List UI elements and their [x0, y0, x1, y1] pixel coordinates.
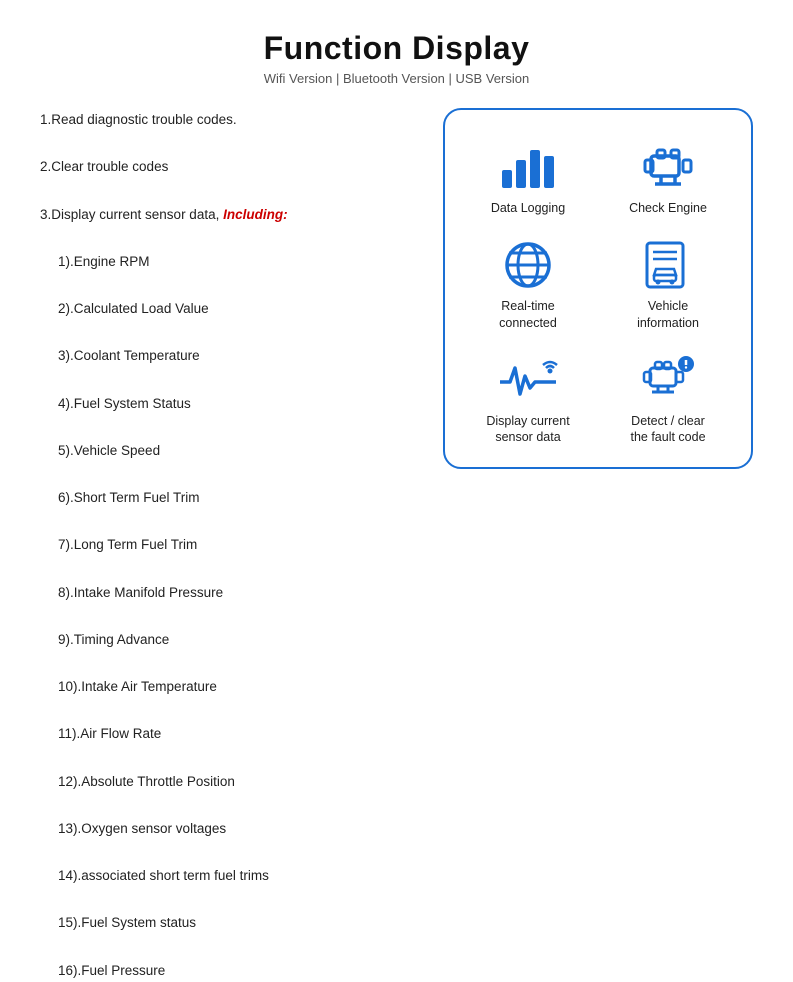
display-sensor-label: Display currentsensor data	[486, 413, 569, 446]
sub-list-item: 15).Fuel System status	[40, 911, 423, 935]
sub-list-item: 3).Coolant Temperature	[40, 344, 423, 368]
detect-fault-label: Detect / clearthe fault code	[630, 413, 705, 446]
check-engine-label: Check Engine	[629, 200, 707, 216]
list-item: 2.Clear trouble codes	[40, 155, 423, 179]
including-label: Including:	[223, 207, 288, 222]
sub-list-item: 14).associated short term fuel trims	[40, 864, 423, 888]
icon-cell-data-logging: Data Logging	[463, 132, 593, 220]
sub-list-item: 11).Air Flow Rate	[40, 722, 423, 746]
icon-cell-detect-fault: Detect / clearthe fault code	[603, 345, 733, 450]
page-subtitle: Wifi Version | Bluetooth Version | USB V…	[264, 71, 529, 86]
vehicle-information-icon	[636, 238, 700, 292]
sub-list-item: 1).Engine RPM	[40, 250, 423, 274]
sub-list-item: 2).Calculated Load Value	[40, 297, 423, 321]
sub-list-item: 7).Long Term Fuel Trim	[40, 533, 423, 557]
feature-card: Data Logging C	[443, 108, 753, 469]
data-logging-label: Data Logging	[491, 200, 565, 216]
display-sensor-icon	[496, 353, 560, 407]
vehicle-info-label: Vehicleinformation	[637, 298, 699, 331]
sub-list-item: 5).Vehicle Speed	[40, 439, 423, 463]
realtime-label: Real-timeconnected	[499, 298, 557, 331]
icon-cell-realtime: Real-timeconnected	[463, 230, 593, 335]
content-row: 1.Read diagnostic trouble codes. 2.Clear…	[40, 108, 753, 982]
sub-list-item: 6).Short Term Fuel Trim	[40, 486, 423, 510]
page: Function Display Wifi Version | Bluetoot…	[0, 0, 793, 700]
list-item: 1.Read diagnostic trouble codes.	[40, 108, 423, 132]
icon-cell-check-engine: Check Engine	[603, 132, 733, 220]
display-label: 3.Display current sensor data,	[40, 207, 219, 222]
sub-list-item: 9).Timing Advance	[40, 628, 423, 652]
sub-list-item: 12).Absolute Throttle Position	[40, 770, 423, 794]
realtime-connected-icon	[496, 238, 560, 292]
icon-cell-vehicle-info: Vehicleinformation	[603, 230, 733, 335]
sub-list-item: 10).Intake Air Temperature	[40, 675, 423, 699]
data-logging-icon	[496, 140, 560, 194]
left-list: 1.Read diagnostic trouble codes. 2.Clear…	[40, 108, 423, 982]
check-engine-icon	[636, 140, 700, 194]
sub-list-item: 16).Fuel Pressure	[40, 959, 423, 982]
detect-fault-icon	[636, 353, 700, 407]
list-item-display: 3.Display current sensor data, Including…	[40, 203, 423, 227]
page-title: Function Display	[264, 30, 530, 67]
sub-list-item: 13).Oxygen sensor voltages	[40, 817, 423, 841]
sub-list-item: 8).Intake Manifold Pressure	[40, 581, 423, 605]
icon-cell-display-sensor: Display currentsensor data	[463, 345, 593, 450]
sub-list-item: 4).Fuel System Status	[40, 392, 423, 416]
